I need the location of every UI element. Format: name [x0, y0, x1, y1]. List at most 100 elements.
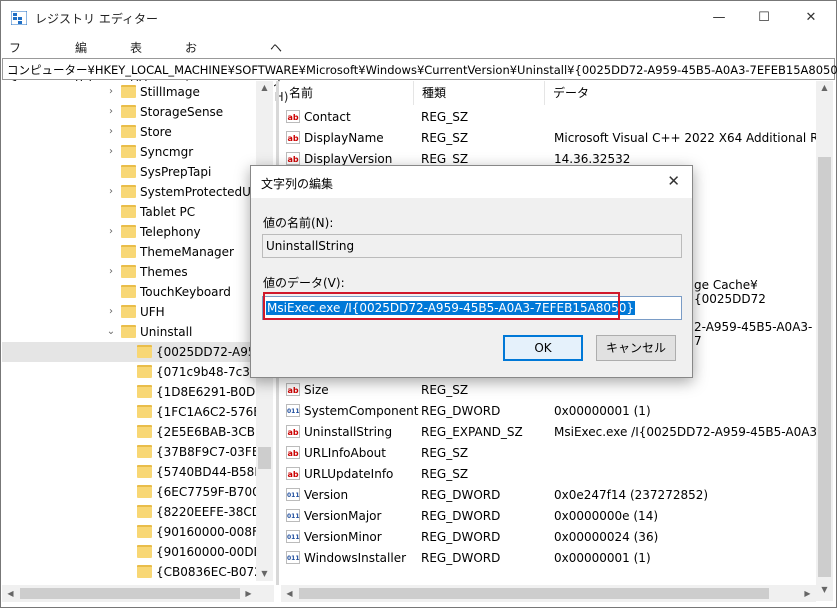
value-row[interactable]: ab Contact REG_SZ — [281, 107, 816, 128]
folder-icon — [121, 105, 136, 118]
folder-icon — [121, 85, 136, 98]
tree-item-label: ThemeManager — [140, 245, 234, 259]
list-horizontal-scrollbar[interactable]: ◀ ▶ — [281, 585, 816, 602]
value-row[interactable]: ab UninstallString REG_EXPAND_SZ MsiExec.ex… — [281, 422, 816, 443]
tree-item-label: StillImage — [140, 85, 200, 99]
chevron-right-icon[interactable]: › — [106, 126, 116, 137]
chevron-right-icon[interactable]: › — [106, 186, 116, 197]
tree-subkey[interactable]: {1FC1A6C2-576E- — [2, 402, 265, 422]
scroll-thumb[interactable] — [818, 157, 831, 577]
tree-subkey[interactable]: {37B8F9C7-03FB- — [2, 442, 264, 462]
tree-item-label: SystemProtectedUs — [140, 185, 258, 199]
cancel-button[interactable]: キャンセル — [596, 335, 676, 361]
folder-icon — [137, 465, 152, 478]
tree-item-label: {0025DD72-A959 — [156, 345, 264, 359]
value-row[interactable]: 011 VersionMinor REG_DWORD 0x00000024 (36) — [281, 527, 816, 548]
tree-item[interactable]: ThemeManager — [2, 242, 257, 262]
tree-subkey[interactable]: {071c9b48-7c32- — [2, 362, 262, 382]
tree-item-label: {37B8F9C7-03FB- — [156, 445, 265, 459]
chevron-right-icon[interactable]: › — [106, 266, 116, 277]
scroll-up-icon[interactable]: ▲ — [256, 83, 273, 92]
tree-subkey[interactable]: {1D8E6291-B0D5 — [2, 382, 263, 402]
tree-item[interactable]: › Syncmgr — [2, 142, 257, 162]
tree-subkey[interactable]: {6EC7759F-B700- — [2, 482, 264, 502]
value-row[interactable]: ab URLUpdateInfo REG_SZ — [281, 464, 816, 485]
value-row[interactable]: 011 SystemComponent REG_DWORD 0x00000001 (1… — [281, 401, 816, 422]
scroll-left-icon[interactable]: ◀ — [281, 589, 298, 598]
tree-item[interactable]: › Telephony — [2, 222, 257, 242]
value-row[interactable]: ab DisplayName REG_SZ Microsoft Visual C++ … — [281, 128, 816, 149]
tree-item[interactable]: › SystemProtectedUs — [2, 182, 257, 202]
value-row[interactable]: ab Size REG_SZ — [281, 380, 816, 401]
chevron-right-icon[interactable]: › — [106, 146, 116, 157]
column-header-name[interactable]: 名前 — [281, 81, 414, 105]
value-name: VersionMinor — [304, 530, 382, 544]
tree-subkey[interactable]: {CB0836EC-B072- — [2, 562, 266, 581]
chevron-right-icon[interactable]: › — [106, 106, 116, 117]
dword-value-icon: 011 — [286, 488, 300, 501]
value-name: Size — [304, 383, 329, 397]
tree-item[interactable]: › StorageSense — [2, 102, 257, 122]
tree-item-label: Store — [140, 125, 172, 139]
minimize-button[interactable]: — — [696, 1, 742, 35]
tree-subkey-selected[interactable]: {0025DD72-A959 — [2, 342, 263, 362]
scroll-thumb[interactable] — [299, 588, 769, 599]
close-button[interactable]: ✕ — [788, 1, 834, 35]
chevron-right-icon[interactable]: › — [106, 86, 116, 97]
scroll-left-icon[interactable]: ◀ — [2, 589, 19, 598]
folder-icon — [137, 445, 152, 458]
value-data: 0x00000001 (1) — [554, 551, 651, 565]
address-bar[interactable]: コンピューター¥HKEY_LOCAL_MACHINE¥SOFTWARE¥Micr… — [2, 58, 837, 80]
tree-subkey[interactable]: {90160000-008F- — [2, 522, 263, 542]
folder-icon — [121, 305, 136, 318]
tree-horizontal-scrollbar[interactable]: ◀ ▶ — [2, 585, 274, 602]
value-name: URLUpdateInfo — [304, 467, 394, 481]
value-type: REG_SZ — [421, 467, 469, 481]
chevron-down-icon[interactable]: ⌄ — [106, 326, 116, 337]
tree-item-label: Tablet PC — [140, 205, 196, 219]
tree-subkey[interactable]: {90160000-00DD — [2, 542, 263, 562]
maximize-button[interactable]: ☐ — [741, 1, 787, 35]
value-row[interactable]: 011 WindowsInstaller REG_DWORD 0x00000001 (… — [281, 548, 816, 569]
address-path: コンピューター¥HKEY_LOCAL_MACHINE¥SOFTWARE¥Micr… — [7, 63, 837, 77]
column-header-type[interactable]: 種類 — [414, 81, 545, 105]
scroll-thumb[interactable] — [20, 588, 240, 599]
value-name: WindowsInstaller — [304, 551, 407, 565]
tree-item-label: TouchKeyboard — [140, 285, 231, 299]
tree-subkey[interactable]: {5740BD44-B58D — [2, 462, 264, 482]
value-row[interactable]: ab URLInfoAbout REG_SZ — [281, 443, 816, 464]
ok-button[interactable]: OK — [503, 335, 583, 361]
column-header-data[interactable]: データ — [545, 81, 816, 105]
scroll-up-icon[interactable]: ▲ — [816, 83, 833, 92]
scroll-down-icon[interactable]: ▼ — [256, 569, 273, 578]
tree-subkey[interactable]: {8220EEFE-38CD- — [2, 502, 265, 522]
value-type: REG_DWORD — [421, 509, 501, 523]
dialog-close-icon[interactable]: ✕ — [667, 172, 680, 190]
scroll-thumb[interactable] — [258, 447, 271, 469]
folder-icon — [121, 125, 136, 138]
scroll-down-icon[interactable]: ▼ — [816, 585, 833, 594]
scroll-right-icon[interactable]: ▶ — [240, 589, 257, 598]
value-row[interactable]: 011 Version REG_DWORD 0x0e247f14 (237272852… — [281, 485, 816, 506]
chevron-right-icon[interactable]: › — [106, 306, 116, 317]
folder-icon — [121, 285, 136, 298]
tree-item[interactable]: TouchKeyboard — [2, 282, 257, 302]
value-name-field: UninstallString — [262, 234, 682, 258]
tree-item[interactable]: › UFH — [2, 302, 257, 322]
folder-icon — [121, 185, 136, 198]
value-row[interactable]: 011 VersionMajor REG_DWORD 0x0000000e (14) — [281, 506, 816, 527]
tree-subkey[interactable]: {2E5E6BAB-3CBB- — [2, 422, 268, 442]
value-type: REG_SZ — [421, 131, 469, 145]
tree-item[interactable]: › Themes — [2, 262, 257, 282]
tree-item[interactable]: › Store — [2, 122, 257, 142]
tree-item[interactable]: Tablet PC — [2, 202, 257, 222]
list-vertical-scrollbar[interactable]: ▲ ▼ — [816, 81, 833, 601]
tree-item[interactable]: › StillImage — [2, 82, 257, 102]
tree-item-label: SysPrepTapi — [140, 165, 212, 179]
scroll-right-icon[interactable]: ▶ — [799, 589, 816, 598]
tree-item-label: Uninstall — [140, 325, 193, 339]
tree-item-uninstall[interactable]: ⌄ Uninstall — [2, 322, 257, 342]
string-value-icon: ab — [286, 446, 300, 459]
chevron-right-icon[interactable]: › — [106, 226, 116, 237]
tree-item[interactable]: SysPrepTapi — [2, 162, 257, 182]
